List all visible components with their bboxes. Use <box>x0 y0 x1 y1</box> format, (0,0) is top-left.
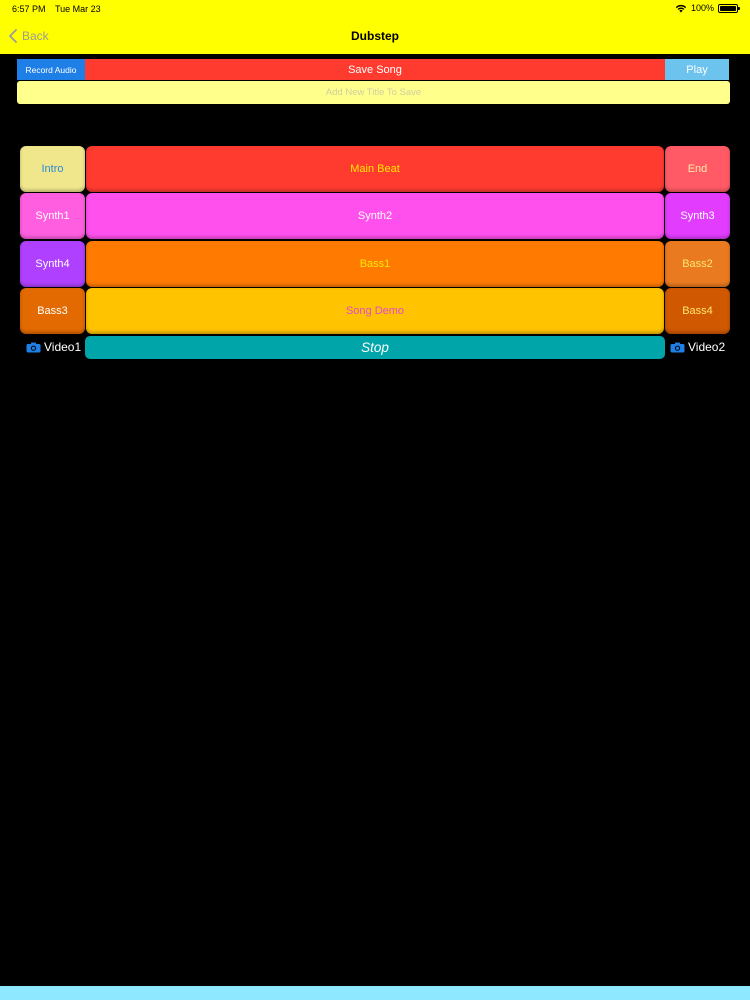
save-song-button[interactable]: Save Song <box>85 59 665 80</box>
pad-synth1[interactable]: Synth1 <box>20 193 85 239</box>
video1-button[interactable]: Video1 <box>26 340 81 354</box>
pad-song-demo[interactable]: Song Demo <box>86 288 664 334</box>
record-audio-button[interactable]: Record Audio <box>17 59 85 80</box>
status-date: Tue Mar 23 <box>55 4 101 14</box>
pad-bass3[interactable]: Bass3 <box>20 288 85 334</box>
pad-intro[interactable]: Intro <box>20 146 85 192</box>
video1-label: Video1 <box>44 340 82 354</box>
stop-button[interactable]: Stop <box>85 336 665 359</box>
battery-percent: 100% <box>690 3 714 13</box>
video2-button[interactable]: Video2 <box>670 340 725 354</box>
status-indicators: 100% <box>675 3 740 13</box>
top-bar: 6:57 PM Tue Mar 23 100% Back Dubstep <box>0 0 750 54</box>
pad-synth2[interactable]: Synth2 <box>86 193 664 239</box>
pad-main-beat[interactable]: Main Beat <box>86 146 664 192</box>
pad-bass1[interactable]: Bass1 <box>86 241 664 287</box>
pad-bass4[interactable]: Bass4 <box>665 288 730 334</box>
pad-synth3[interactable]: Synth3 <box>665 193 730 239</box>
video2-label: Video2 <box>688 340 726 354</box>
status-time: 6:57 PM <box>12 4 46 14</box>
page-title: Dubstep <box>351 29 399 43</box>
song-title-input[interactable] <box>17 81 730 104</box>
battery-icon <box>718 3 740 13</box>
bottom-strip <box>0 986 750 1000</box>
camera-icon <box>26 342 41 352</box>
camera-icon <box>670 342 685 352</box>
pad-bass2[interactable]: Bass2 <box>665 241 730 287</box>
play-button[interactable]: Play <box>665 59 729 80</box>
pad-end[interactable]: End <box>665 146 730 192</box>
pad-synth4[interactable]: Synth4 <box>20 241 85 287</box>
wifi-icon <box>675 4 687 12</box>
